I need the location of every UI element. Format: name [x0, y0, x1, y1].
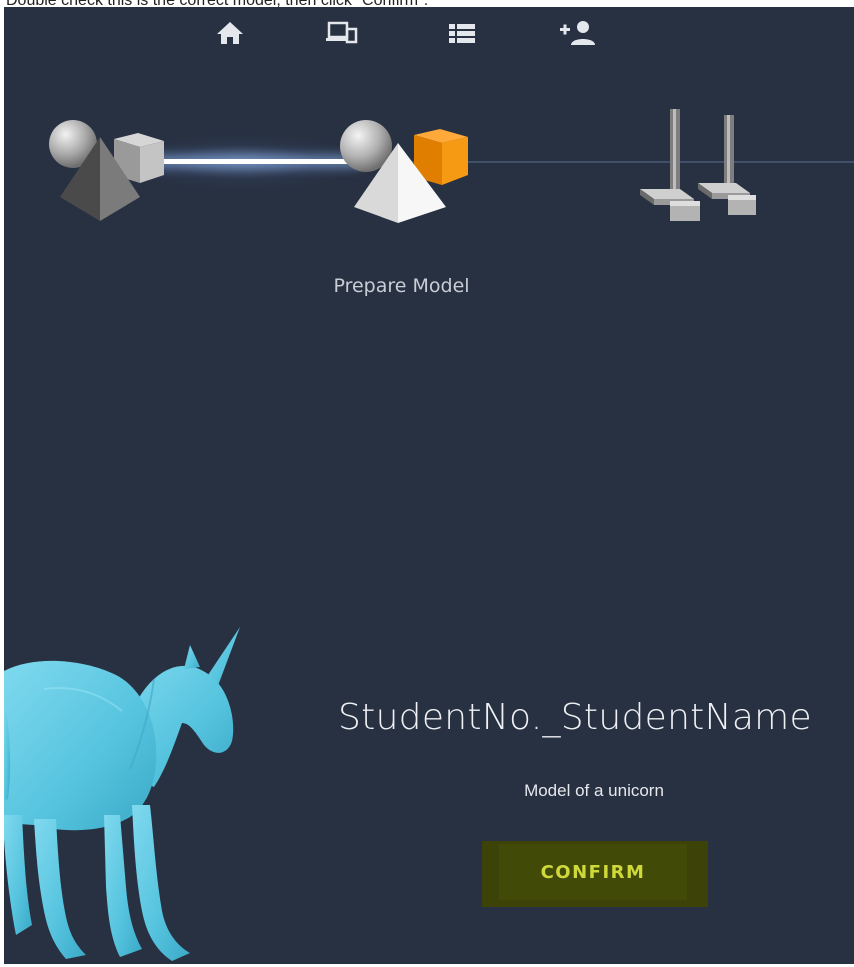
app-window: Prepare Model StudentNo._StudentName Mod…: [4, 7, 854, 964]
model-title: StudentNo._StudentName: [338, 697, 813, 738]
unicorn-model-image: [4, 627, 240, 961]
model-description: Model of a unicorn: [524, 781, 664, 800]
step-prepare-model-icon: [340, 120, 468, 223]
current-step-label: Prepare Model: [333, 275, 470, 297]
home-icon[interactable]: [208, 13, 252, 53]
progress-beam: [154, 159, 359, 164]
devices-icon[interactable]: [320, 13, 364, 53]
list-icon[interactable]: [440, 13, 484, 53]
confirm-button[interactable]: CONFIRM: [499, 844, 687, 900]
add-user-icon[interactable]: [556, 13, 600, 53]
step-shapes-completed-icon: [49, 120, 164, 221]
confirm-button-highlight: CONFIRM: [482, 841, 708, 907]
step-print-icon: [640, 109, 756, 221]
